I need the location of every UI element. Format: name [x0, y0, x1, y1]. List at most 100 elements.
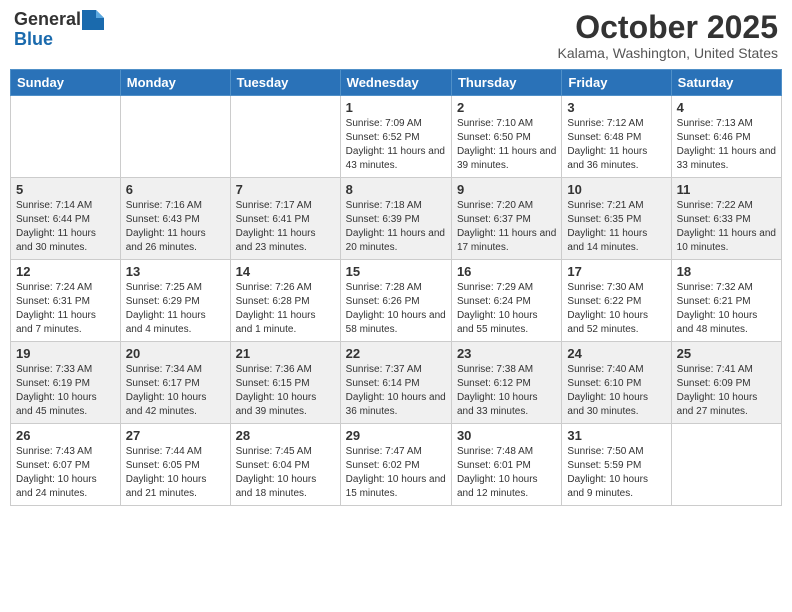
logo: General Blue — [14, 10, 104, 50]
calendar-cell — [230, 96, 340, 178]
calendar-table: SundayMondayTuesdayWednesdayThursdayFrid… — [10, 69, 782, 506]
weekday-header: Saturday — [671, 70, 781, 96]
day-info: Sunrise: 7:22 AMSunset: 6:33 PMDaylight:… — [677, 200, 776, 253]
calendar-cell: 8 Sunrise: 7:18 AMSunset: 6:39 PMDaylight… — [340, 178, 451, 260]
day-info: Sunrise: 7:09 AMSunset: 6:52 PMDaylight:… — [346, 118, 445, 171]
calendar-cell: 16 Sunrise: 7:29 AMSunset: 6:24 PMDayligh… — [451, 260, 561, 342]
calendar-cell — [671, 424, 781, 506]
calendar-cell: 31 Sunrise: 7:50 AMSunset: 5:59 PMDayligh… — [562, 424, 671, 506]
day-info: Sunrise: 7:34 AMSunset: 6:17 PMDaylight:… — [126, 364, 207, 417]
calendar-week-row: 1 Sunrise: 7:09 AMSunset: 6:52 PMDaylight… — [11, 96, 782, 178]
weekday-header: Wednesday — [340, 70, 451, 96]
day-number: 16 — [457, 264, 556, 279]
calendar-cell: 14 Sunrise: 7:26 AMSunset: 6:28 PMDayligh… — [230, 260, 340, 342]
day-number: 2 — [457, 100, 556, 115]
day-info: Sunrise: 7:24 AMSunset: 6:31 PMDaylight:… — [16, 282, 96, 335]
day-number: 30 — [457, 428, 556, 443]
day-info: Sunrise: 7:45 AMSunset: 6:04 PMDaylight:… — [236, 446, 317, 499]
day-number: 3 — [567, 100, 665, 115]
day-number: 15 — [346, 264, 446, 279]
calendar-cell: 7Sunrise: 7:17 AMSunset: 6:41 PMDaylight… — [230, 178, 340, 260]
day-number: 19 — [16, 346, 115, 361]
calendar-week-row: 19 Sunrise: 7:33 AMSunset: 6:19 PMDayligh… — [11, 342, 782, 424]
day-info: Sunrise: 7:38 AMSunset: 6:12 PMDaylight:… — [457, 364, 538, 417]
day-info: Sunrise: 7:18 AMSunset: 6:39 PMDaylight:… — [346, 200, 445, 253]
calendar-cell: 3Sunrise: 7:12 AMSunset: 6:48 PMDaylight… — [562, 96, 671, 178]
day-number: 14 — [236, 264, 335, 279]
day-number: 6 — [126, 182, 225, 197]
header-row: SundayMondayTuesdayWednesdayThursdayFrid… — [11, 70, 782, 96]
calendar-week-row: 5Sunrise: 7:14 AMSunset: 6:44 PMDaylight… — [11, 178, 782, 260]
calendar-cell: 21 Sunrise: 7:36 AMSunset: 6:15 PMDayligh… — [230, 342, 340, 424]
location-title: Kalama, Washington, United States — [558, 45, 779, 61]
day-info: Sunrise: 7:37 AMSunset: 6:14 PMDaylight:… — [346, 364, 446, 417]
calendar-cell: 13Sunrise: 7:25 AMSunset: 6:29 PMDayligh… — [120, 260, 230, 342]
day-number: 28 — [236, 428, 335, 443]
day-number: 17 — [567, 264, 665, 279]
day-number: 31 — [567, 428, 665, 443]
calendar-cell: 12 Sunrise: 7:24 AMSunset: 6:31 PMDayligh… — [11, 260, 121, 342]
calendar-cell — [120, 96, 230, 178]
day-info: Sunrise: 7:25 AMSunset: 6:29 PMDaylight:… — [126, 282, 206, 335]
day-number: 9 — [457, 182, 556, 197]
calendar-cell: 15Sunrise: 7:28 AMSunset: 6:26 PMDayligh… — [340, 260, 451, 342]
day-info: Sunrise: 7:50 AMSunset: 5:59 PMDaylight:… — [567, 446, 648, 499]
day-info: Sunrise: 7:29 AMSunset: 6:24 PMDaylight:… — [457, 282, 538, 335]
weekday-header: Friday — [562, 70, 671, 96]
day-number: 21 — [236, 346, 335, 361]
calendar-cell: 28 Sunrise: 7:45 AMSunset: 6:04 PMDayligh… — [230, 424, 340, 506]
day-info: Sunrise: 7:40 AMSunset: 6:10 PMDaylight:… — [567, 364, 648, 417]
day-info: Sunrise: 7:30 AMSunset: 6:22 PMDaylight:… — [567, 282, 648, 335]
day-info: Sunrise: 7:48 AMSunset: 6:01 PMDaylight:… — [457, 446, 538, 499]
calendar-cell: 26Sunrise: 7:43 AMSunset: 6:07 PMDayligh… — [11, 424, 121, 506]
logo-blue-text: Blue — [14, 29, 53, 49]
day-number: 8 — [346, 182, 446, 197]
calendar-cell: 18Sunrise: 7:32 AMSunset: 6:21 PMDayligh… — [671, 260, 781, 342]
day-number: 5 — [16, 182, 115, 197]
calendar-cell: 10 Sunrise: 7:21 AMSunset: 6:35 PMDayligh… — [562, 178, 671, 260]
calendar-cell: 4Sunrise: 7:13 AMSunset: 6:46 PMDaylight… — [671, 96, 781, 178]
day-info: Sunrise: 7:41 AMSunset: 6:09 PMDaylight:… — [677, 364, 758, 417]
calendar-cell: 17 Sunrise: 7:30 AMSunset: 6:22 PMDayligh… — [562, 260, 671, 342]
day-number: 23 — [457, 346, 556, 361]
day-number: 29 — [346, 428, 446, 443]
day-number: 1 — [346, 100, 446, 115]
day-info: Sunrise: 7:36 AMSunset: 6:15 PMDaylight:… — [236, 364, 317, 417]
day-info: Sunrise: 7:44 AMSunset: 6:05 PMDaylight:… — [126, 446, 207, 499]
calendar-cell: 20 Sunrise: 7:34 AMSunset: 6:17 PMDayligh… — [120, 342, 230, 424]
calendar-week-row: 26Sunrise: 7:43 AMSunset: 6:07 PMDayligh… — [11, 424, 782, 506]
month-title: October 2025 — [558, 10, 779, 45]
day-number: 10 — [567, 182, 665, 197]
calendar-cell: 29 Sunrise: 7:47 AMSunset: 6:02 PMDayligh… — [340, 424, 451, 506]
calendar-cell: 6 Sunrise: 7:16 AMSunset: 6:43 PMDaylight… — [120, 178, 230, 260]
calendar-cell: 27Sunrise: 7:44 AMSunset: 6:05 PMDayligh… — [120, 424, 230, 506]
day-number: 11 — [677, 182, 776, 197]
logo-icon — [82, 10, 104, 30]
weekday-header: Sunday — [11, 70, 121, 96]
day-info: Sunrise: 7:26 AMSunset: 6:28 PMDaylight:… — [236, 282, 316, 335]
calendar-week-row: 12 Sunrise: 7:24 AMSunset: 6:31 PMDayligh… — [11, 260, 782, 342]
day-info: Sunrise: 7:47 AMSunset: 6:02 PMDaylight:… — [346, 446, 446, 499]
day-info: Sunrise: 7:43 AMSunset: 6:07 PMDaylight:… — [16, 446, 97, 499]
day-number: 4 — [677, 100, 776, 115]
day-info: Sunrise: 7:21 AMSunset: 6:35 PMDaylight:… — [567, 200, 647, 253]
calendar-cell: 24Sunrise: 7:40 AMSunset: 6:10 PMDayligh… — [562, 342, 671, 424]
calendar-cell: 19 Sunrise: 7:33 AMSunset: 6:19 PMDayligh… — [11, 342, 121, 424]
calendar-cell: 23 Sunrise: 7:38 AMSunset: 6:12 PMDayligh… — [451, 342, 561, 424]
calendar-cell: 22 Sunrise: 7:37 AMSunset: 6:14 PMDayligh… — [340, 342, 451, 424]
weekday-header: Thursday — [451, 70, 561, 96]
day-info: Sunrise: 7:20 AMSunset: 6:37 PMDaylight:… — [457, 200, 556, 253]
weekday-header: Monday — [120, 70, 230, 96]
day-info: Sunrise: 7:16 AMSunset: 6:43 PMDaylight:… — [126, 200, 206, 253]
day-number: 20 — [126, 346, 225, 361]
weekday-header: Tuesday — [230, 70, 340, 96]
calendar-cell: 5Sunrise: 7:14 AMSunset: 6:44 PMDaylight… — [11, 178, 121, 260]
day-info: Sunrise: 7:33 AMSunset: 6:19 PMDaylight:… — [16, 364, 97, 417]
day-number: 22 — [346, 346, 446, 361]
calendar-cell: 25Sunrise: 7:41 AMSunset: 6:09 PMDayligh… — [671, 342, 781, 424]
day-info: Sunrise: 7:10 AMSunset: 6:50 PMDaylight:… — [457, 118, 556, 171]
calendar-cell: 11 Sunrise: 7:22 AMSunset: 6:33 PMDayligh… — [671, 178, 781, 260]
calendar-cell: 30 Sunrise: 7:48 AMSunset: 6:01 PMDayligh… — [451, 424, 561, 506]
calendar-cell: 1 Sunrise: 7:09 AMSunset: 6:52 PMDaylight… — [340, 96, 451, 178]
day-number: 12 — [16, 264, 115, 279]
